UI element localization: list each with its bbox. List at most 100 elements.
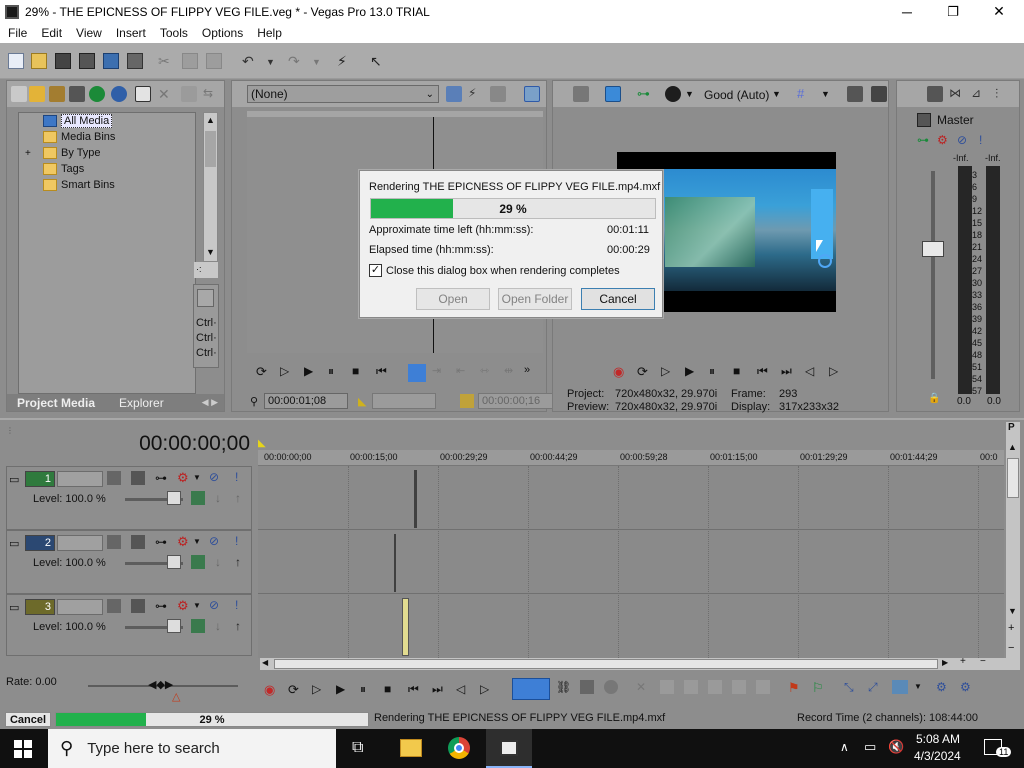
get-media-web-icon[interactable] <box>89 86 105 102</box>
dim-output-icon[interactable]: ⊿ <box>971 86 987 102</box>
cut-icon[interactable]: ✂ <box>158 53 174 69</box>
composite-mode-icon[interactable] <box>131 471 145 485</box>
next-frame-icon[interactable]: ▷ <box>480 682 493 696</box>
clock-time[interactable]: 5:08 AM <box>916 732 960 746</box>
save-snapshot-icon[interactable] <box>871 86 887 102</box>
trimmer-display-icon[interactable] <box>524 86 540 102</box>
open-folder-button[interactable]: Open Folder <box>498 288 572 310</box>
copy-icon[interactable] <box>182 53 198 69</box>
tab-explorer[interactable]: Explorer <box>105 396 178 410</box>
zoom-out-icon[interactable]: − <box>1008 642 1014 654</box>
record-icon[interactable]: ◉ <box>264 682 277 697</box>
trimmer-out-timecode[interactable]: 00:00:00;16 <box>478 393 558 409</box>
stop-icon[interactable]: ■ <box>384 682 397 696</box>
stop-icon[interactable]: ■ <box>352 364 365 378</box>
play-icon[interactable]: ▶ <box>685 364 698 378</box>
downmix-icon[interactable]: ⋈ <box>949 86 965 102</box>
timeline-ruler[interactable]: 00:00:00;00 00:00:15;00 00:00:29;29 00:0… <box>258 438 1004 466</box>
normal-edit-tool-icon[interactable] <box>512 678 550 700</box>
track-level-knob[interactable] <box>167 555 181 569</box>
scroll-left-icon[interactable]: ◀ <box>262 658 268 667</box>
close-when-done-checkbox[interactable]: ✓ <box>369 264 382 277</box>
status-cancel-button[interactable]: Cancel <box>5 712 51 727</box>
menu-insert[interactable]: Insert <box>108 26 152 40</box>
loop-icon[interactable]: ⟳ <box>288 682 301 697</box>
preview-record-icon[interactable] <box>665 86 681 102</box>
play-from-start-icon[interactable]: ▷ <box>280 364 293 378</box>
auto-ripple-icon[interactable]: ⤢ <box>868 680 878 695</box>
clock-date[interactable]: 4/3/2024 <box>914 749 961 763</box>
tree-item-smart-bins[interactable]: Smart Bins <box>43 177 115 193</box>
render-as-icon[interactable] <box>103 53 119 69</box>
track-fx-bypass-icon[interactable] <box>191 619 205 633</box>
track-header-3[interactable]: ▭ 3 ⊶ ⚙ ▼ ⊘ ! Level: 100.0 % ↓ ↑ <box>6 594 252 656</box>
tree-item-tags[interactable]: Tags <box>43 161 84 177</box>
play-from-start-icon[interactable]: ▷ <box>312 682 325 696</box>
expand-track-icon[interactable]: ↓ <box>215 555 221 569</box>
track-fx-icon[interactable]: ⚙ <box>177 534 189 550</box>
track-lanes[interactable] <box>258 466 1004 666</box>
tab-project-media[interactable]: Project Media <box>7 396 105 410</box>
trimmer-range-field[interactable] <box>372 393 436 409</box>
delete-icon[interactable]: ✕ <box>636 680 646 694</box>
chevron-down-icon[interactable]: ▼ <box>193 601 201 610</box>
track-motion-icon[interactable] <box>107 535 121 549</box>
redo-dropdown-icon[interactable]: ▼ <box>312 57 328 73</box>
go-to-start-icon[interactable]: ⏮ <box>408 682 421 696</box>
solo-icon[interactable]: ! <box>235 598 238 612</box>
file-explorer-icon[interactable] <box>400 739 422 757</box>
solo-icon[interactable]: ! <box>979 133 982 147</box>
close-when-done-row[interactable]: ✓ Close this dialog box when rendering c… <box>369 264 620 277</box>
trim-icon[interactable] <box>660 680 674 694</box>
trimmer-in-timecode[interactable]: 00:00:01;08 <box>264 393 348 409</box>
scroll-thumb[interactable] <box>205 131 216 167</box>
cancel-render-button[interactable]: Cancel <box>581 288 655 310</box>
expand-track-icon[interactable]: ↓ <box>215 491 221 505</box>
more-transport-icon[interactable]: » <box>524 364 537 377</box>
track-motion-icon[interactable] <box>107 471 121 485</box>
mute-icon[interactable]: ⊘ <box>209 470 219 484</box>
track-header-2[interactable]: ▭ 2 ⊶ ⚙ ▼ ⊘ ! Level: 100.0 % ↓ ↑ <box>6 530 252 594</box>
maximize-button[interactable]: ❐ <box>930 0 976 23</box>
arm-track-icon[interactable]: ↑ <box>235 555 241 569</box>
chevron-down-icon[interactable]: ▼ <box>914 682 922 691</box>
menu-edit[interactable]: Edit <box>33 26 68 40</box>
chevron-down-icon[interactable]: ▼ <box>193 537 201 546</box>
play-from-start-icon[interactable]: ▷ <box>661 364 674 378</box>
loop-icon[interactable]: ⟳ <box>256 364 269 379</box>
close-button[interactable]: ✕ <box>976 0 1022 23</box>
menu-options[interactable]: Options <box>194 26 249 40</box>
pause-icon[interactable]: ⏸ <box>328 364 341 378</box>
trimmer-tool-icon[interactable] <box>446 86 462 102</box>
split-icon[interactable] <box>732 680 746 694</box>
go-to-end-icon[interactable]: ⏭ <box>781 364 794 378</box>
arm-track-icon[interactable]: ↑ <box>235 491 241 505</box>
play-icon[interactable]: ▶ <box>336 682 349 696</box>
redo-icon[interactable]: ↷ <box>288 53 304 69</box>
zoom-in-icon[interactable]: + <box>960 656 966 667</box>
zoom-in-icon[interactable]: + <box>1008 622 1014 634</box>
track-fx-bypass-icon[interactable] <box>191 491 205 505</box>
trim-start-icon[interactable] <box>684 680 698 694</box>
get-media-icon[interactable] <box>69 86 85 102</box>
undo-dropdown-icon[interactable]: ▼ <box>266 57 282 73</box>
play-icon[interactable]: ▶ <box>304 364 317 378</box>
whats-this-help-icon[interactable]: ↖ <box>370 53 386 69</box>
hscroll-thumb[interactable] <box>274 659 938 669</box>
region-icon[interactable]: ⚐ <box>812 680 824 696</box>
overlays-icon[interactable]: # <box>797 86 813 102</box>
menu-help[interactable]: Help <box>249 26 288 40</box>
timeline-hscrollbar[interactable]: ◀ ▶ + − <box>260 656 1020 670</box>
record-icon[interactable]: ◉ <box>613 364 626 379</box>
track-fx-bypass-icon[interactable] <box>191 555 205 569</box>
mute-icon[interactable]: ⊘ <box>209 598 219 612</box>
arm-track-icon[interactable]: ↑ <box>235 619 241 633</box>
menu-tools[interactable]: Tools <box>152 26 194 40</box>
track-header-1[interactable]: ▭ 1 ⊶ ⚙ ▼ ⊘ ! Level: 100.0 % ↓ ↑ <box>6 466 252 530</box>
scroll-down-icon[interactable]: ▼ <box>1008 606 1017 616</box>
stop-icon[interactable]: ■ <box>733 364 746 378</box>
tree-item-all-media[interactable]: All Media <box>43 113 113 129</box>
chevron-down-icon[interactable]: ▼ <box>193 473 201 482</box>
menu-view[interactable]: View <box>68 26 108 40</box>
next-frame-icon[interactable]: ▷ <box>829 364 842 378</box>
